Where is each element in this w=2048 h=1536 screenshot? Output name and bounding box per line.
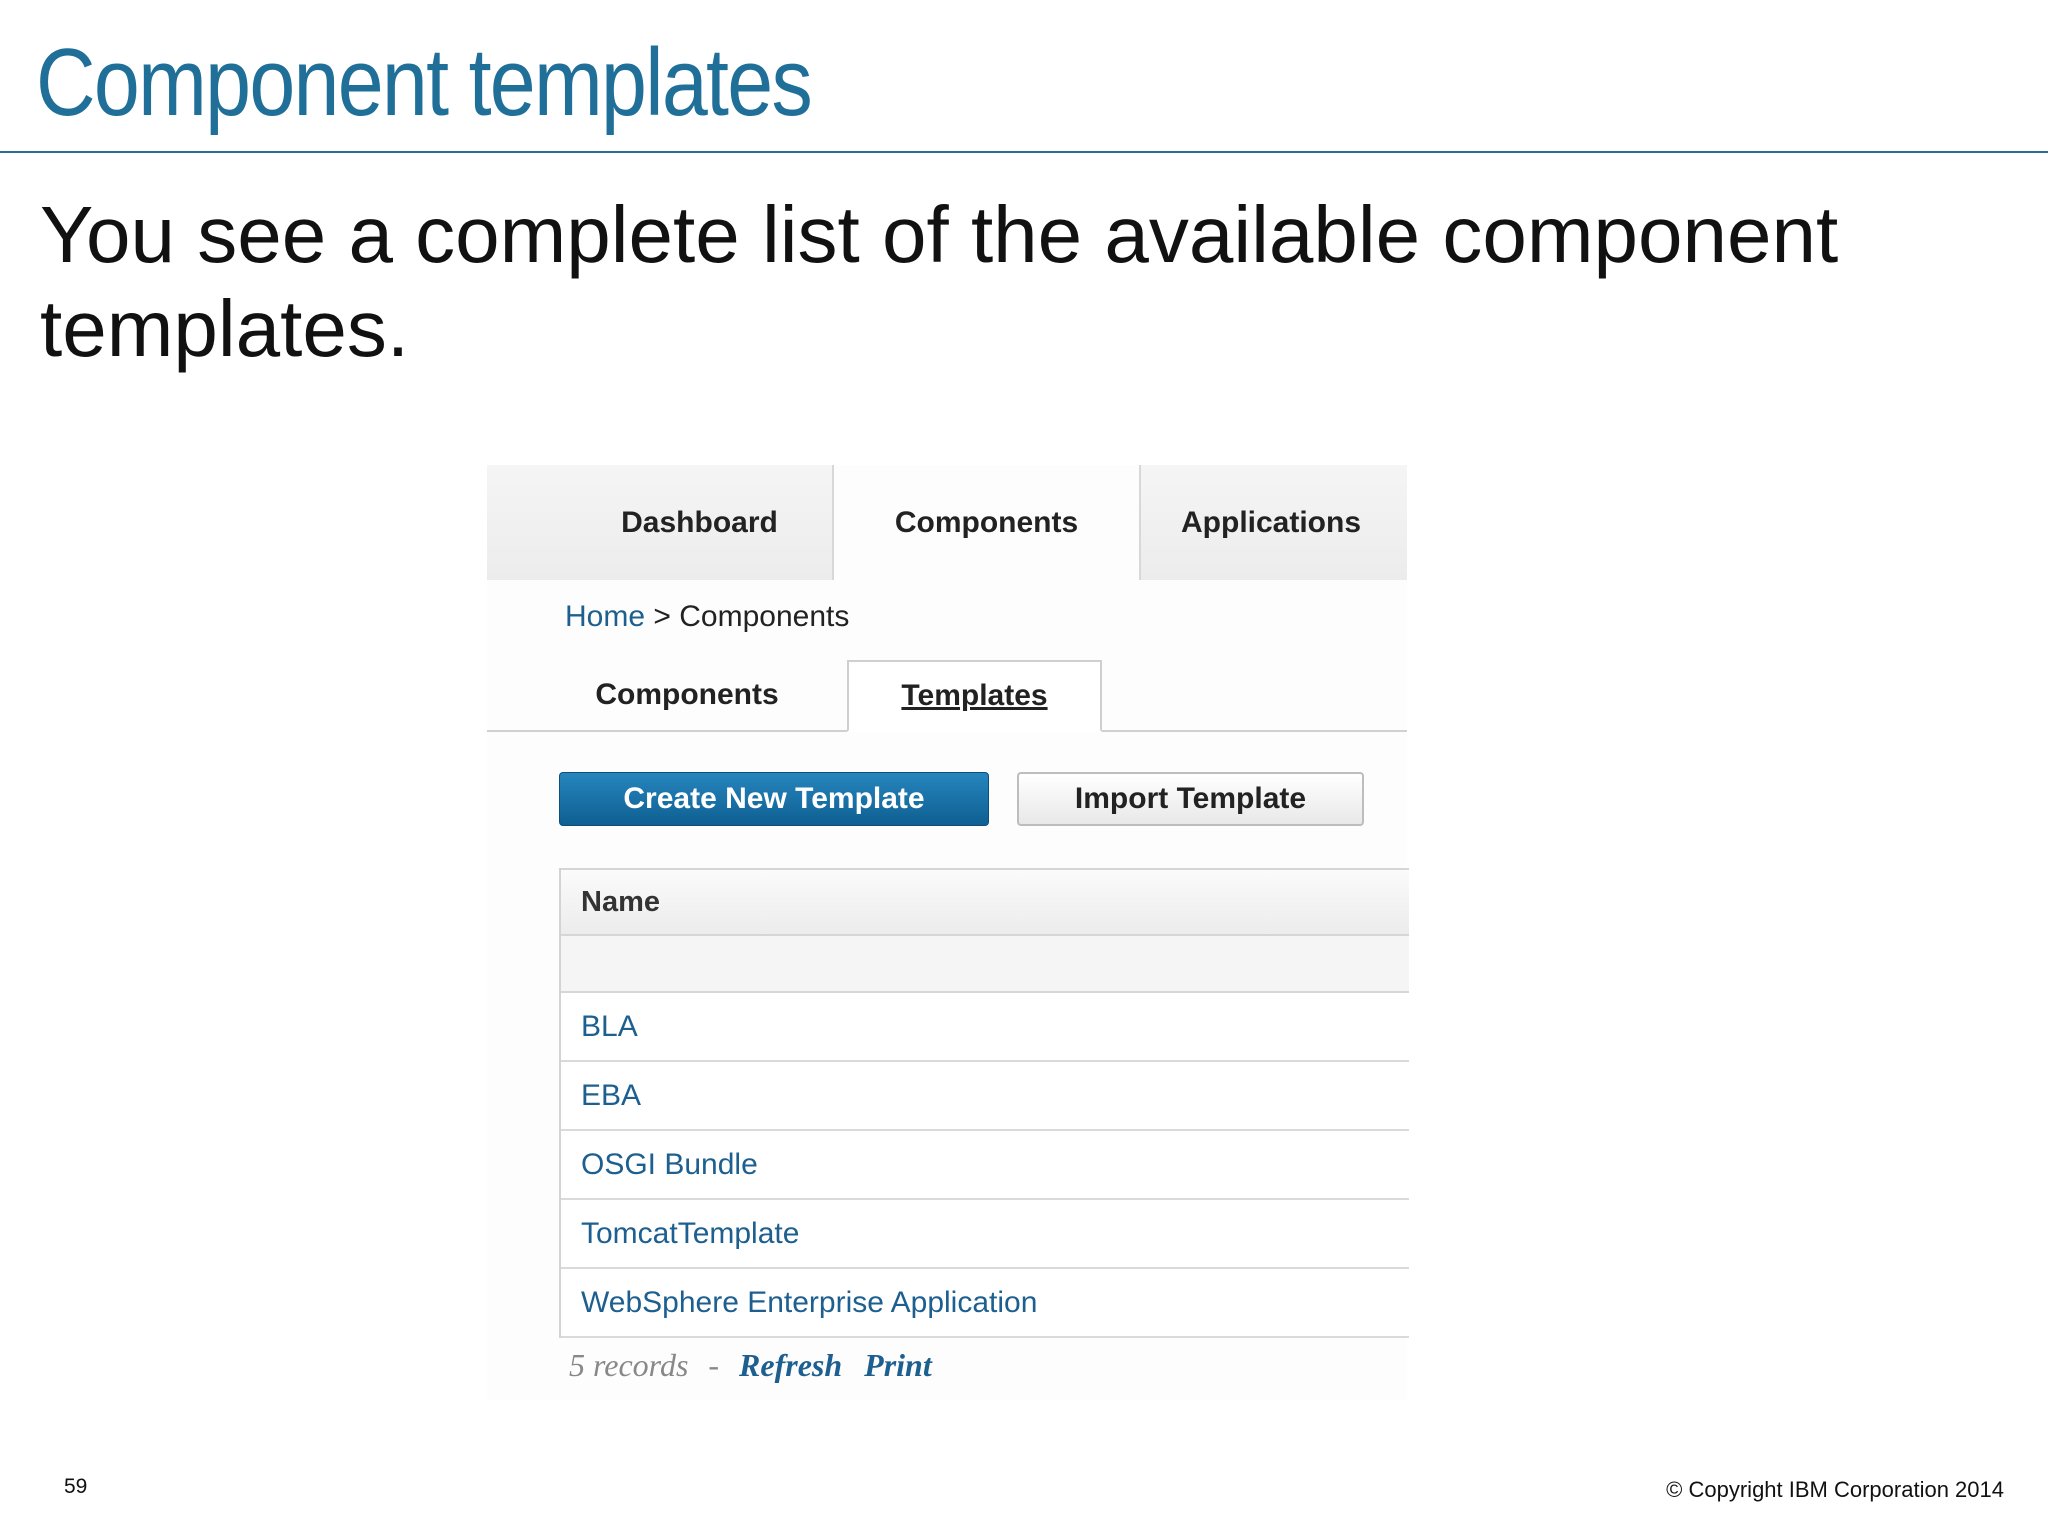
- tab-components[interactable]: Components: [834, 465, 1139, 580]
- top-navigation: Dashboard Components Applications: [487, 465, 1407, 580]
- template-link-osgi-bundle[interactable]: OSGI Bundle: [581, 1148, 758, 1182]
- table-row: OSGI Bundle: [561, 1131, 1409, 1200]
- table-row: EBA: [561, 1062, 1409, 1131]
- slide-title: Component templates: [36, 29, 813, 136]
- breadcrumb: Home > Components: [565, 600, 849, 634]
- tab-applications[interactable]: Applications: [1139, 465, 1407, 580]
- template-link-eba[interactable]: EBA: [581, 1079, 641, 1113]
- slide-body-text: You see a complete list of the available…: [40, 190, 1839, 373]
- subtab-components[interactable]: Components: [487, 660, 847, 730]
- breadcrumb-current: Components: [679, 600, 850, 633]
- table-row: BLA: [561, 993, 1409, 1062]
- column-header-name[interactable]: Name: [561, 868, 1409, 936]
- record-count: 5 records: [569, 1347, 689, 1383]
- title-divider: [0, 151, 2048, 153]
- breadcrumb-separator: >: [653, 600, 671, 633]
- app-screenshot: Dashboard Components Applications Home >…: [487, 465, 1409, 1400]
- breadcrumb-home-link[interactable]: Home: [565, 600, 645, 633]
- print-link[interactable]: Print: [864, 1347, 932, 1383]
- footer-separator: -: [708, 1347, 720, 1383]
- template-link-bla[interactable]: BLA: [581, 1010, 638, 1044]
- create-new-template-button[interactable]: Create New Template: [559, 772, 989, 826]
- template-link-tomcat[interactable]: TomcatTemplate: [581, 1217, 799, 1251]
- tab-dashboard[interactable]: Dashboard: [487, 465, 834, 580]
- table-row: TomcatTemplate: [561, 1200, 1409, 1269]
- refresh-link[interactable]: Refresh: [739, 1347, 842, 1383]
- sub-tabs: Components Templates: [487, 660, 1407, 732]
- table-footer: 5 records - Refresh Print: [569, 1347, 954, 1384]
- copyright-notice: © Copyright IBM Corporation 2014: [1666, 1477, 2004, 1502]
- templates-table: Name BLA EBA OSGI Bundle TomcatTemplate …: [559, 868, 1409, 1338]
- import-template-button[interactable]: Import Template: [1017, 772, 1364, 826]
- template-link-websphere[interactable]: WebSphere Enterprise Application: [581, 1286, 1037, 1320]
- subtab-templates[interactable]: Templates: [847, 660, 1102, 732]
- table-row: WebSphere Enterprise Application: [561, 1269, 1409, 1338]
- table-filter-row: [561, 936, 1409, 993]
- page-number: 59: [64, 1475, 88, 1498]
